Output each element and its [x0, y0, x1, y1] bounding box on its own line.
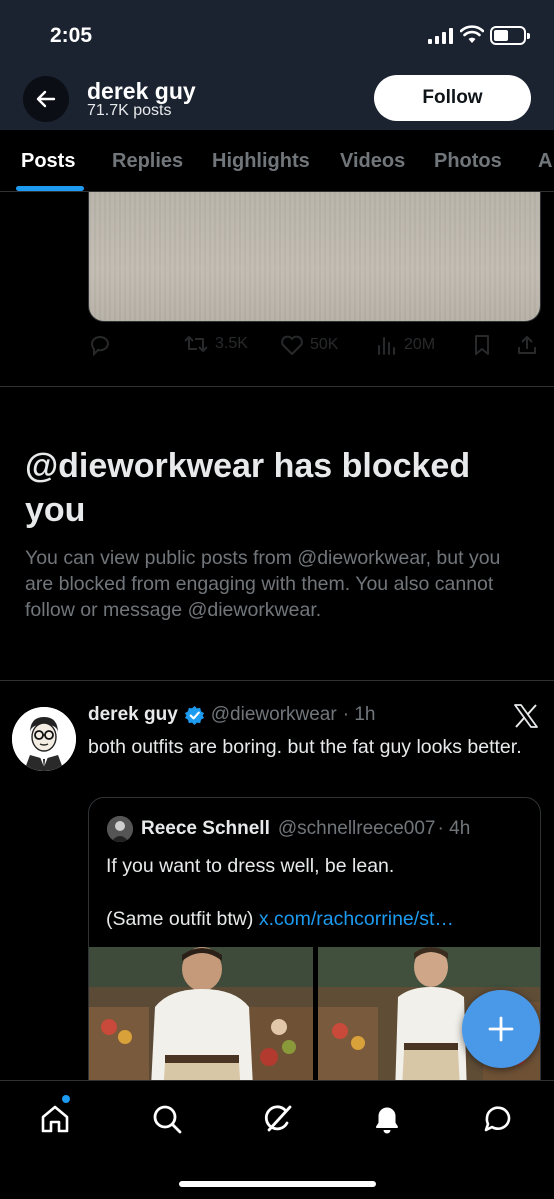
quoted-time: · 4h [437, 818, 471, 839]
compose-button[interactable] [462, 990, 540, 1068]
tab-highlights[interactable]: Highlights [212, 150, 310, 173]
tweet-text: both outfits are boring. but the fat guy… [88, 736, 522, 758]
status-time: 2:05 [50, 24, 93, 47]
grok-icon [264, 1105, 292, 1132]
tab-replies[interactable]: Replies [112, 150, 183, 173]
quoted-avatar-image [107, 816, 133, 842]
nav-notifications[interactable] [367, 1099, 407, 1139]
status-bar: 2:05 [0, 22, 554, 52]
post-actions: 3.5K 50K 20M [88, 332, 541, 362]
bookmark-icon [475, 335, 489, 355]
bell-icon [376, 1107, 398, 1134]
messages-icon [484, 1106, 511, 1132]
bookmark-button[interactable] [472, 334, 492, 356]
nav-search[interactable] [147, 1099, 187, 1139]
views-icon [378, 337, 395, 355]
back-button[interactable] [23, 76, 69, 122]
share-button[interactable] [516, 334, 538, 356]
profile-tabs: Posts Replies Highlights Videos Photos A [0, 130, 554, 192]
blocked-title: @dieworkwear has blocked you [25, 447, 471, 529]
view-count: 20M [404, 336, 436, 353]
quoted-text: If you want to dress well, be lean. [106, 855, 395, 877]
quoted-text-line2: (Same outfit btw) x.com/rachcorrine/st… [106, 906, 536, 932]
tab-articles[interactable]: A [538, 150, 552, 173]
quoted-avatar [107, 816, 133, 842]
avatar-illustration [12, 707, 76, 771]
divider [0, 386, 554, 387]
profile-header: 2:05 derek guy 71.7K posts Follow [0, 0, 554, 130]
quoted-text-prefix: (Same outfit btw) [106, 908, 254, 930]
share-icon [518, 336, 536, 354]
x-logo-icon [514, 704, 538, 728]
arrow-left-icon [36, 90, 56, 108]
nav-home[interactable] [35, 1099, 75, 1139]
nav-messages[interactable] [478, 1099, 518, 1139]
tab-posts[interactable]: Posts [21, 150, 75, 173]
cellular-signal-icon [428, 28, 453, 44]
plus-icon [488, 1016, 514, 1042]
repost-icon [184, 336, 208, 352]
tweet-time: · 1h [342, 704, 376, 725]
like-count: 50K [310, 336, 339, 353]
search-icon [153, 1105, 182, 1134]
tweet-author-handle[interactable]: @dieworkwear [211, 704, 337, 726]
divider [0, 680, 554, 681]
quoted-author-handle: @schnellreece007 [277, 818, 436, 839]
views-button[interactable]: 20M [376, 334, 435, 356]
quoted-author-name: Reece Schnell [141, 818, 270, 839]
tweet-header: derek guy @dieworkwear · 1h [88, 704, 375, 726]
home-indicator [179, 1181, 376, 1187]
nav-grok[interactable] [258, 1099, 298, 1139]
avatar[interactable] [12, 707, 76, 771]
post-image[interactable] [88, 192, 541, 322]
reply-icon [91, 336, 110, 356]
repost-count: 3.5K [215, 335, 248, 352]
wifi-icon [460, 25, 484, 43]
tab-photos[interactable]: Photos [434, 150, 502, 173]
quoted-header: Reece Schnell @schnellreece007 · 4h [141, 818, 470, 840]
home-icon [41, 1105, 69, 1133]
tab-videos[interactable]: Videos [340, 150, 405, 173]
profile-name: derek guy [87, 78, 196, 104]
notification-dot [62, 1095, 70, 1103]
active-tab-indicator [16, 186, 84, 191]
quoted-tweet[interactable]: Reece Schnell @schnellreece007 · 4h If y… [88, 797, 541, 1117]
quoted-link[interactable]: x.com/rachcorrine/st… [259, 908, 454, 930]
reply-button[interactable] [88, 334, 112, 356]
battery-icon [490, 26, 530, 45]
like-button[interactable]: 50K [280, 334, 338, 356]
follow-button[interactable]: Follow [374, 75, 531, 121]
tweet-author-name[interactable]: derek guy [88, 704, 178, 726]
heart-icon [281, 335, 303, 355]
verified-badge-icon [184, 705, 204, 725]
repost-button[interactable]: 3.5K [183, 334, 248, 354]
blocked-message: You can view public posts from @dieworkw… [25, 547, 501, 621]
post-count: 71.7K posts [87, 102, 172, 119]
